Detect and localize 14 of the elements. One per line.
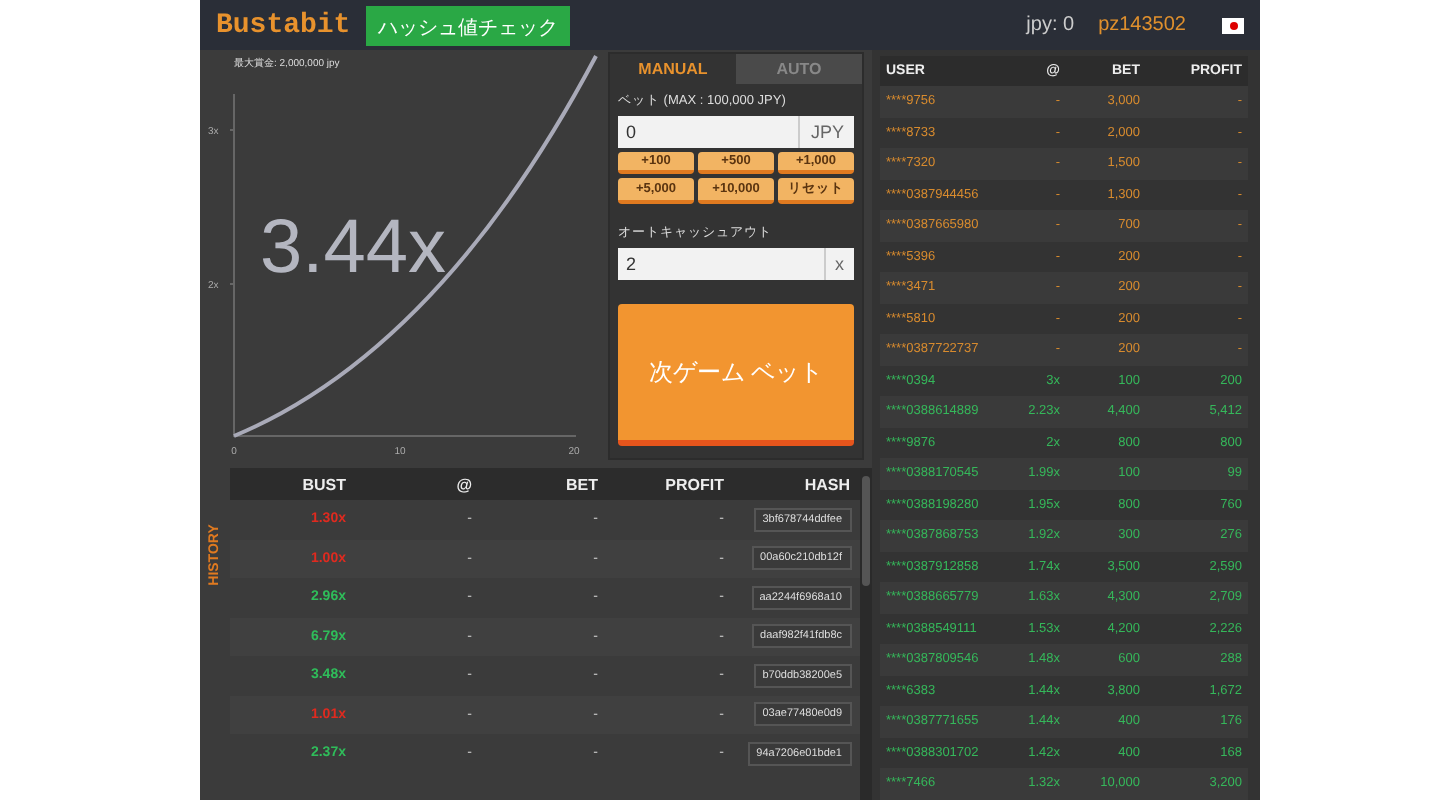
balance: jpy: 0 bbox=[1026, 14, 1075, 36]
column-header: HASH bbox=[802, 475, 852, 493]
username[interactable]: pz143502 bbox=[1098, 14, 1186, 36]
multiplier-display: 3.44x bbox=[260, 206, 446, 292]
column-header: BET bbox=[564, 475, 600, 493]
column-header: BUST bbox=[300, 475, 348, 493]
hash-check-button[interactable]: ハッシュ値チェック bbox=[366, 5, 571, 45]
bet-input-field[interactable]: 0 JPY bbox=[618, 116, 854, 148]
scrollbar[interactable] bbox=[860, 468, 872, 800]
cashout-input-field[interactable]: 2 x bbox=[618, 248, 854, 280]
column-header: PROFIT bbox=[663, 475, 726, 493]
logo: Bustabit bbox=[216, 9, 351, 41]
flag-icon[interactable] bbox=[1222, 17, 1244, 33]
column-header: @ bbox=[454, 475, 474, 493]
